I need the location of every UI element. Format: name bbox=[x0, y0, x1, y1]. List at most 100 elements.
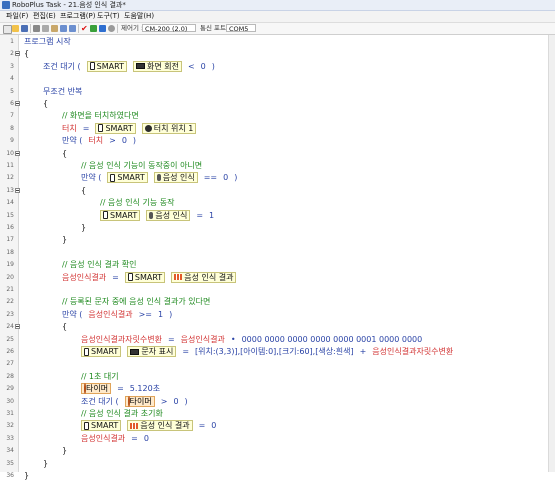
save-icon[interactable] bbox=[21, 25, 28, 32]
fold-toggle-icon[interactable] bbox=[15, 324, 20, 330]
code-editor[interactable]: 1 프로그램 시작 2{3 조건 대기 (SMART 화면 회전 <0) 4 5 무조건 반복 6… bbox=[0, 35, 555, 480]
code-line[interactable]: 23 만약 (음성인식결과 >= 1) bbox=[0, 309, 555, 320]
comment: // 음성 인식 결과 확인 bbox=[62, 260, 137, 270]
code-line[interactable]: 29 타이머 = 5.120초 bbox=[0, 383, 555, 395]
paste-icon[interactable] bbox=[51, 25, 58, 32]
line-number: 4 bbox=[10, 75, 14, 83]
smart-block[interactable]: SMART bbox=[81, 346, 122, 357]
code-line[interactable]: 19 // 음성 인식 결과 확인 bbox=[0, 259, 555, 270]
code-line[interactable]: 13 { bbox=[0, 185, 555, 196]
fold-toggle-icon[interactable] bbox=[15, 187, 20, 193]
number-literal: 0 bbox=[211, 421, 217, 431]
new-icon[interactable] bbox=[3, 25, 12, 34]
variable: 음성인식결과 bbox=[88, 309, 133, 319]
menu-program[interactable]: 프로그램(P) bbox=[60, 11, 95, 22]
menu-help[interactable]: 도움말(H) bbox=[124, 11, 154, 22]
code-line[interactable]: 20 음성인식결과 = SMART 음성 인식 결과 bbox=[0, 271, 555, 283]
smart-block[interactable]: 터치 위치 1 bbox=[141, 122, 197, 134]
code-line[interactable]: 9 만약 (터치 >0) bbox=[0, 135, 555, 146]
code-line[interactable]: 5 무조건 반복 bbox=[0, 86, 555, 97]
line-number: 20 bbox=[6, 273, 14, 281]
smart-block[interactable]: 음성 인식 결과 bbox=[171, 271, 237, 283]
brace: { bbox=[62, 322, 68, 332]
controller-select[interactable]: CM-200 (2.0) bbox=[142, 24, 196, 33]
block-label: 터치 위치 1 bbox=[153, 123, 194, 133]
menu-file[interactable]: 파일(F) bbox=[6, 11, 28, 22]
menu-tools[interactable]: 도구(T) bbox=[97, 11, 120, 22]
smart-block[interactable]: SMART bbox=[86, 60, 127, 72]
fold-toggle-icon[interactable] bbox=[15, 150, 20, 156]
menu-edit[interactable]: 편집(E) bbox=[33, 11, 56, 22]
smart-block[interactable]: 문자 표시 bbox=[127, 346, 177, 357]
code-line[interactable]: 3 조건 대기 (SMART 화면 회전 <0) bbox=[0, 60, 555, 72]
menu-bar: 파일(F) 편집(E) 프로그램(P) 도구(T) 도움말(H) bbox=[0, 11, 555, 23]
code-line[interactable]: 32 SMART 음성 인식 결과 = 0 bbox=[0, 420, 555, 432]
operator: = bbox=[82, 123, 90, 133]
code-line[interactable]: 16} bbox=[0, 222, 555, 233]
line-number: 1 bbox=[10, 38, 14, 45]
operator: = bbox=[112, 272, 119, 282]
code-content: 만약 (SMART 음성 인식 == 0) bbox=[81, 172, 243, 184]
line-number: 7 bbox=[10, 112, 14, 120]
code-line[interactable]: 7 // 화면을 터치하였다면 bbox=[0, 110, 555, 121]
block-label: 화면 회전 bbox=[146, 61, 179, 71]
code-line[interactable]: 12 만약 (SMART 음성 인식 == 0) bbox=[0, 172, 555, 184]
smart-block[interactable]: 음성 인식 bbox=[153, 172, 198, 184]
code-content: // 등록된 문자 중에 음성 인식 결과가 있다면 bbox=[62, 296, 216, 307]
code-line[interactable]: 26 SMART 문자 표시 = [위치:(3,3)],[아이템:0],[크기:60],… bbox=[0, 346, 555, 357]
block-label: SMART bbox=[91, 421, 119, 431]
smart-block[interactable]: 음성 인식 bbox=[146, 209, 191, 221]
code-line[interactable]: 1 프로그램 시작 bbox=[0, 36, 555, 47]
code-line[interactable]: 34} bbox=[0, 445, 555, 456]
fold-toggle-icon[interactable] bbox=[15, 51, 20, 57]
code-line[interactable]: 8 터치 = SMART 터치 위치 1 bbox=[0, 122, 555, 134]
search-icon[interactable] bbox=[108, 25, 115, 32]
smart-block[interactable]: SMART bbox=[95, 122, 136, 134]
undo-icon[interactable] bbox=[60, 25, 67, 32]
code-line[interactable]: 11 // 음성 인식 기능이 동작중이 아니면 bbox=[0, 160, 555, 171]
code-line[interactable]: 21 bbox=[0, 284, 555, 295]
timer-block[interactable]: 타이머 bbox=[81, 383, 112, 395]
code-line[interactable]: 28 // 1초 대기 bbox=[0, 371, 555, 382]
smart-block[interactable]: SMART bbox=[124, 271, 166, 283]
open-icon[interactable] bbox=[12, 25, 19, 32]
line-number: 12 bbox=[6, 174, 14, 182]
code-content: SMART 음성 인식 = 1 bbox=[100, 209, 220, 221]
brace: } bbox=[81, 223, 87, 232]
code-line[interactable]: 10 { bbox=[0, 148, 555, 159]
code-line[interactable]: 15 SMART 음성 인식 = 1 bbox=[0, 209, 555, 221]
timer-block[interactable]: 타이머 bbox=[124, 395, 155, 407]
debug-icon[interactable] bbox=[99, 25, 106, 32]
port-select[interactable]: COM5 bbox=[226, 24, 256, 33]
code-line[interactable]: 31 // 음성 인식 결과 초기화 bbox=[0, 408, 555, 419]
redo-icon[interactable] bbox=[69, 25, 76, 32]
copy-icon[interactable] bbox=[42, 25, 49, 32]
fold-toggle-icon[interactable] bbox=[15, 101, 20, 106]
code-line[interactable]: 27 bbox=[0, 358, 555, 369]
smart-block[interactable]: SMART bbox=[100, 209, 141, 221]
vertical-scrollbar[interactable] bbox=[548, 35, 555, 472]
smart-block[interactable]: SMART bbox=[107, 172, 148, 184]
cut-icon[interactable] bbox=[33, 25, 40, 32]
brace: { bbox=[43, 99, 49, 108]
code-line[interactable]: 25 음성인식결과자릿수변환 = 음성인식결과 • 0000 0000 0000 0000… bbox=[0, 334, 555, 345]
check-icon[interactable]: ✔ bbox=[81, 25, 88, 33]
code-line[interactable]: 2{ bbox=[0, 48, 555, 59]
code-line[interactable]: 24 { bbox=[0, 321, 555, 332]
code-line[interactable]: 17} bbox=[0, 234, 555, 245]
code-line[interactable]: 14 // 음성 인식 기능 동작 bbox=[0, 197, 555, 208]
block-label: 문자 표시 bbox=[141, 347, 174, 356]
code-line[interactable]: 6{ bbox=[0, 98, 555, 109]
code-line[interactable]: 35} bbox=[0, 458, 555, 469]
code-line[interactable]: 30 조건 대기 (타이머 >0) bbox=[0, 395, 555, 407]
smart-block[interactable]: 화면 회전 bbox=[132, 60, 182, 72]
code-line[interactable]: 4 bbox=[0, 73, 555, 84]
keyword: ) bbox=[184, 396, 188, 406]
smart-block[interactable]: 음성 인식 결과 bbox=[127, 420, 193, 432]
code-line[interactable]: 33 음성인식결과 = 0 bbox=[0, 433, 555, 444]
smart-block[interactable]: SMART bbox=[81, 420, 122, 432]
operator: = bbox=[131, 433, 138, 443]
download-icon[interactable] bbox=[90, 25, 97, 32]
code-line[interactable]: 18 bbox=[0, 247, 555, 258]
code-line[interactable]: 22 // 등록된 문자 중에 음성 인식 결과가 있다면 bbox=[0, 296, 555, 307]
